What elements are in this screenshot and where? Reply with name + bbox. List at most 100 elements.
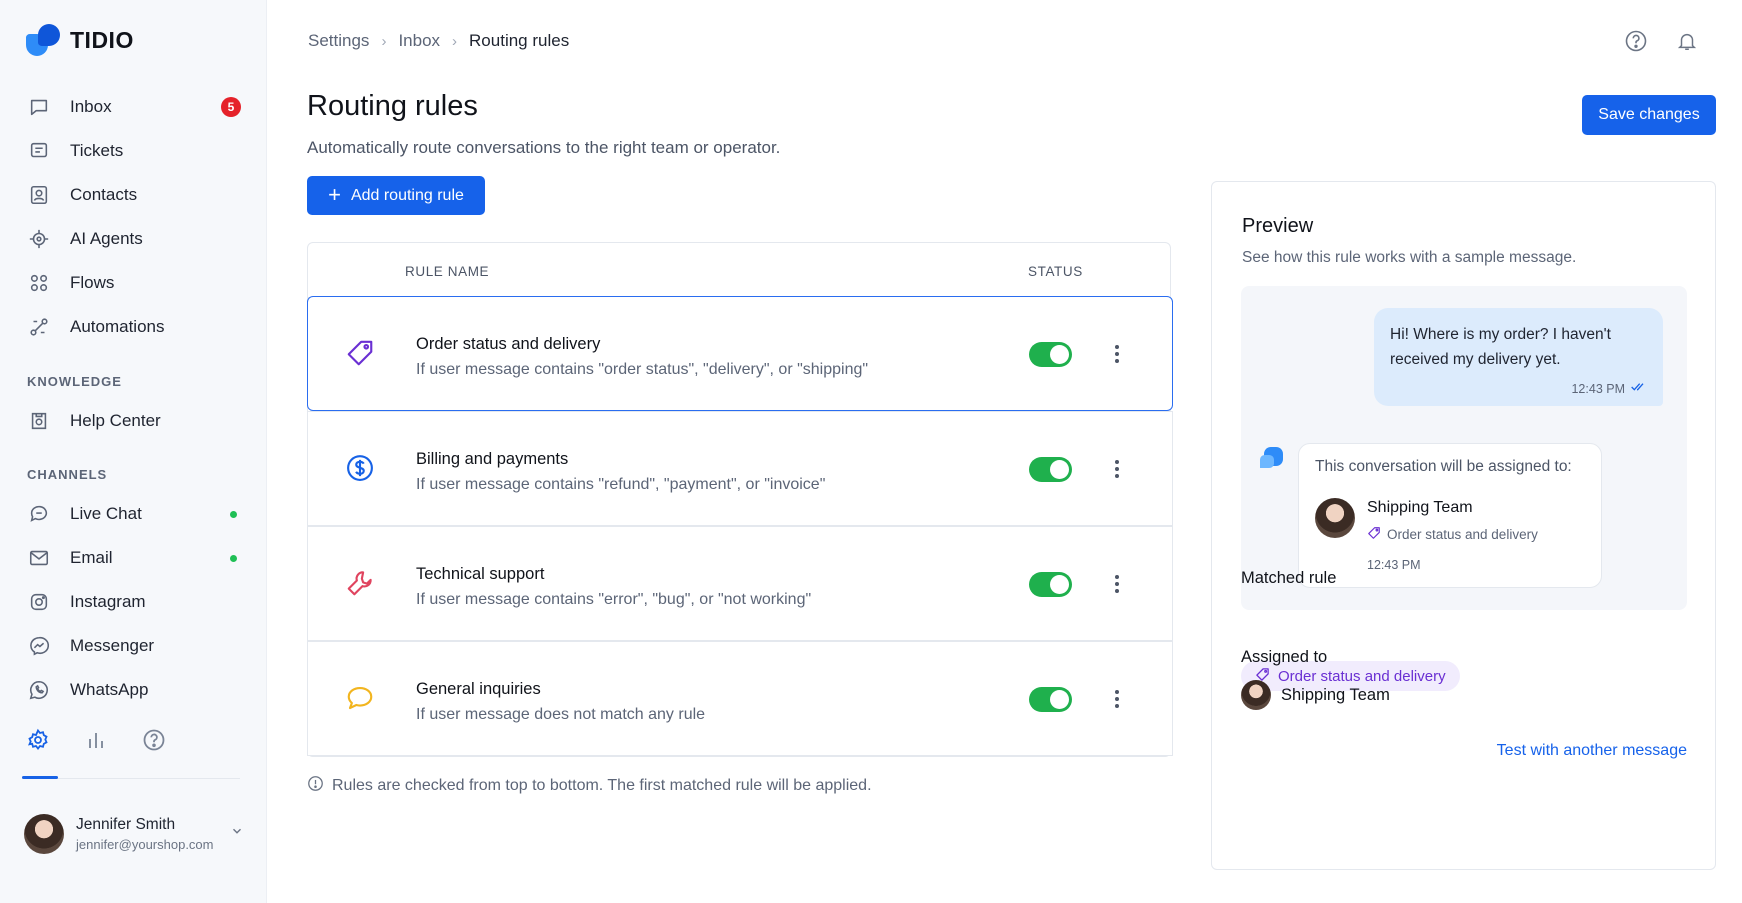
assigned-team-name: Shipping Team xyxy=(1281,685,1390,704)
user-info: Jennifer Smith jennifer@yourshop.com xyxy=(76,816,213,852)
routing-rules-table: RULE NAME STATUS Order status and delive… xyxy=(307,242,1173,757)
ai-agent-icon xyxy=(28,228,50,250)
help-icon[interactable] xyxy=(142,728,166,752)
live-chat-icon xyxy=(28,503,50,525)
automations-icon xyxy=(28,316,50,338)
rule-status-toggle[interactable] xyxy=(1029,457,1072,482)
more-options-icon[interactable] xyxy=(1108,456,1126,482)
rule-description: If user message contains "order status",… xyxy=(416,361,869,378)
user-message-meta: 12:43 PM xyxy=(1571,381,1647,396)
info-icon xyxy=(307,775,324,797)
sidebar-item-help-center[interactable]: Help Center xyxy=(0,399,267,443)
page-subtitle: Automatically route conversations to the… xyxy=(307,138,781,157)
more-options-icon[interactable] xyxy=(1108,686,1126,712)
assigned-to-team: Shipping Team xyxy=(1241,680,1390,710)
inbox-unread-badge: 5 xyxy=(221,97,241,117)
help-icon[interactable] xyxy=(1623,28,1649,54)
chat-bubble-icon xyxy=(28,96,50,118)
add-routing-rule-button[interactable]: + Add routing rule xyxy=(307,176,485,215)
rules-order-note-text: Rules are checked from top to bottom. Th… xyxy=(332,777,872,794)
avatar xyxy=(1315,498,1355,538)
sidebar-item-contacts[interactable]: Contacts xyxy=(0,173,267,217)
tag-icon xyxy=(344,337,376,369)
bot-avatar-icon xyxy=(1258,444,1288,474)
sidebar-item-messenger[interactable]: Messenger xyxy=(0,624,267,668)
channels-section-label: CHANNELS xyxy=(27,467,108,482)
sidebar-item-label: Inbox xyxy=(70,97,112,116)
rule-status-toggle[interactable] xyxy=(1029,687,1072,712)
knowledge-nav: Help Center xyxy=(0,399,267,443)
sidebar: TIDIO Inbox 5 Tickets Contacts AI Agents… xyxy=(0,0,267,903)
user-profile[interactable]: Jennifer Smith jennifer@yourshop.com xyxy=(24,814,244,854)
assigned-rule-name: Order status and delivery xyxy=(1387,527,1538,542)
user-message-bubble: Hi! Where is my order? I haven't receive… xyxy=(1374,308,1663,406)
breadcrumb-chevron-icon: › xyxy=(381,32,387,50)
sidebar-item-label: Messenger xyxy=(70,636,155,655)
rule-row-order-status[interactable]: Order status and delivery If user messag… xyxy=(307,296,1173,411)
main-nav: Inbox 5 Tickets Contacts AI Agents Flows… xyxy=(0,85,267,349)
sidebar-item-tickets[interactable]: Tickets xyxy=(0,129,267,173)
knowledge-section-label: KNOWLEDGE xyxy=(27,374,122,389)
rule-row-general-inquiries[interactable]: General inquiries If user message does n… xyxy=(307,641,1173,756)
whatsapp-icon xyxy=(28,679,50,701)
more-options-icon[interactable] xyxy=(1108,571,1126,597)
analytics-icon[interactable] xyxy=(84,728,108,752)
sidebar-item-email[interactable]: Email xyxy=(0,536,267,580)
sidebar-item-label: Contacts xyxy=(70,185,138,204)
test-another-message-link[interactable]: Test with another message xyxy=(1497,742,1687,760)
bot-message-bubble: This conversation will be assigned to: S… xyxy=(1298,443,1602,588)
more-options-icon[interactable] xyxy=(1108,341,1126,367)
sidebar-item-whatsapp[interactable]: WhatsApp xyxy=(0,668,267,712)
rule-title: General inquiries xyxy=(416,680,541,698)
rule-row-billing[interactable]: Billing and payments If user message con… xyxy=(307,411,1173,526)
save-changes-button[interactable]: Save changes xyxy=(1582,95,1716,135)
chevron-down-icon[interactable] xyxy=(230,824,244,843)
rule-row-technical-support[interactable]: Technical support If user message contai… xyxy=(307,526,1173,641)
column-header-rule-name: RULE NAME xyxy=(405,264,490,279)
rule-title: Billing and payments xyxy=(416,450,569,468)
assigned-rule-line: Order status and delivery xyxy=(1367,526,1538,543)
sidebar-item-instagram[interactable]: Instagram xyxy=(0,580,267,624)
sidebar-item-label: Automations xyxy=(70,317,165,336)
sidebar-item-label: Live Chat xyxy=(70,504,142,523)
bot-message-time: 12:43 PM xyxy=(1367,558,1421,572)
preview-subtitle: See how this rule works with a sample me… xyxy=(1242,249,1577,266)
breadcrumb-settings[interactable]: Settings xyxy=(308,31,369,51)
preview-title: Preview xyxy=(1242,215,1314,237)
brand[interactable]: TIDIO xyxy=(26,24,134,56)
column-header-status: STATUS xyxy=(1028,264,1083,279)
rule-description: If user message contains "refund", "paym… xyxy=(416,476,826,493)
breadcrumb: Settings › Inbox › Routing rules xyxy=(308,31,569,51)
rule-status-toggle[interactable] xyxy=(1029,572,1072,597)
sidebar-item-label: Tickets xyxy=(70,141,124,160)
matched-rule-label: Matched rule xyxy=(1241,569,1337,587)
avatar xyxy=(24,814,64,854)
breadcrumb-inbox[interactable]: Inbox xyxy=(398,31,440,51)
gear-icon[interactable] xyxy=(26,728,50,752)
user-name: Jennifer Smith xyxy=(76,816,176,833)
rule-description: If user message does not match any rule xyxy=(416,706,706,723)
sidebar-item-live-chat[interactable]: Live Chat xyxy=(0,492,267,536)
dollar-icon xyxy=(344,452,376,484)
double-check-icon xyxy=(1631,381,1647,396)
rule-title: Order status and delivery xyxy=(416,335,601,353)
sidebar-item-flows[interactable]: Flows xyxy=(0,261,267,305)
assigned-to-label: Assigned to xyxy=(1241,648,1328,666)
tidio-logo-icon xyxy=(26,24,60,56)
sidebar-item-label: AI Agents xyxy=(70,229,143,248)
sidebar-item-label: Email xyxy=(70,548,113,567)
breadcrumb-current: Routing rules xyxy=(469,31,570,50)
rule-title: Technical support xyxy=(416,565,545,583)
active-tab-indicator xyxy=(22,776,58,779)
sidebar-item-automations[interactable]: Automations xyxy=(0,305,267,349)
bell-icon[interactable] xyxy=(1674,28,1700,54)
add-routing-rule-label: Add routing rule xyxy=(350,186,464,204)
sidebar-item-label: Instagram xyxy=(70,592,146,611)
sidebar-item-ai-agents[interactable]: AI Agents xyxy=(0,217,267,261)
sidebar-item-inbox[interactable]: Inbox 5 xyxy=(0,85,267,129)
sidebar-bottom-icons xyxy=(26,728,166,752)
ticket-icon xyxy=(28,140,50,162)
instagram-icon xyxy=(28,591,50,613)
table-header: RULE NAME STATUS xyxy=(308,243,1170,298)
rule-status-toggle[interactable] xyxy=(1029,342,1072,367)
